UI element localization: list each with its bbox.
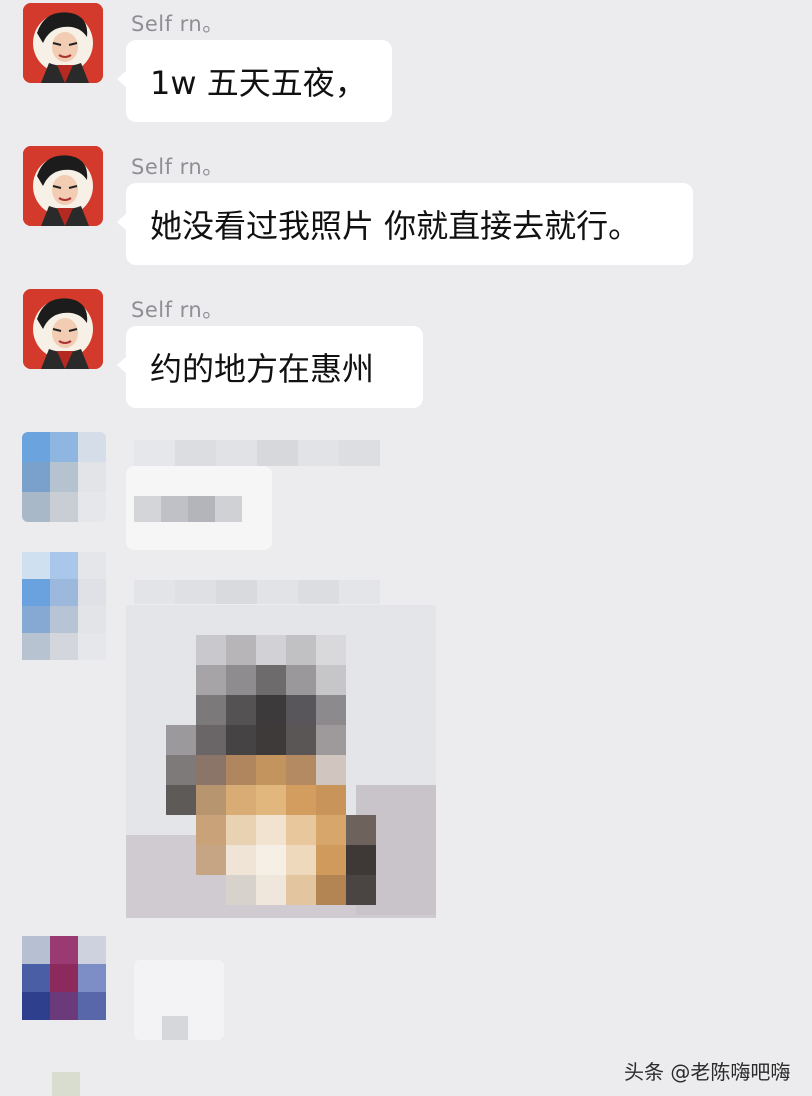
message-text: 1w 五天五夜，: [150, 64, 367, 102]
pixelated-avatar: [22, 432, 106, 522]
sender-name: Self rn。: [131, 155, 224, 179]
pixelated-avatar: [52, 1072, 80, 1096]
message-text: 约的地方在惠州: [150, 350, 375, 388]
sender-name: Self rn。: [131, 298, 224, 322]
sender-avatar[interactable]: [23, 146, 103, 226]
pixelated-photo[interactable]: [126, 605, 436, 918]
message-bubble[interactable]: 她没看过我照片 你就直接去就行。: [117, 183, 693, 265]
pixelated-text: [134, 496, 242, 522]
message-bubble[interactable]: 约的地方在惠州: [117, 326, 423, 408]
character-avatar-icon: [23, 289, 103, 369]
pixelated-text: [134, 580, 380, 604]
sender-avatar[interactable]: [23, 3, 103, 83]
sender-avatar[interactable]: [23, 289, 103, 369]
message-bubble[interactable]: 1w 五天五夜，: [117, 40, 392, 122]
pixelated-avatar: [22, 552, 106, 660]
pixelated-text: [162, 1016, 188, 1040]
watermark: 头条 @老陈嗨吧嗨: [624, 1060, 791, 1084]
character-avatar-icon: [23, 146, 103, 226]
blurred-cat-photo: [126, 605, 436, 918]
character-avatar-icon: [23, 3, 103, 83]
pixelated-text: [134, 440, 380, 466]
sender-name: Self rn。: [131, 12, 224, 36]
message-text: 她没看过我照片 你就直接去就行。: [150, 207, 641, 245]
pixelated-avatar: [22, 936, 106, 1020]
